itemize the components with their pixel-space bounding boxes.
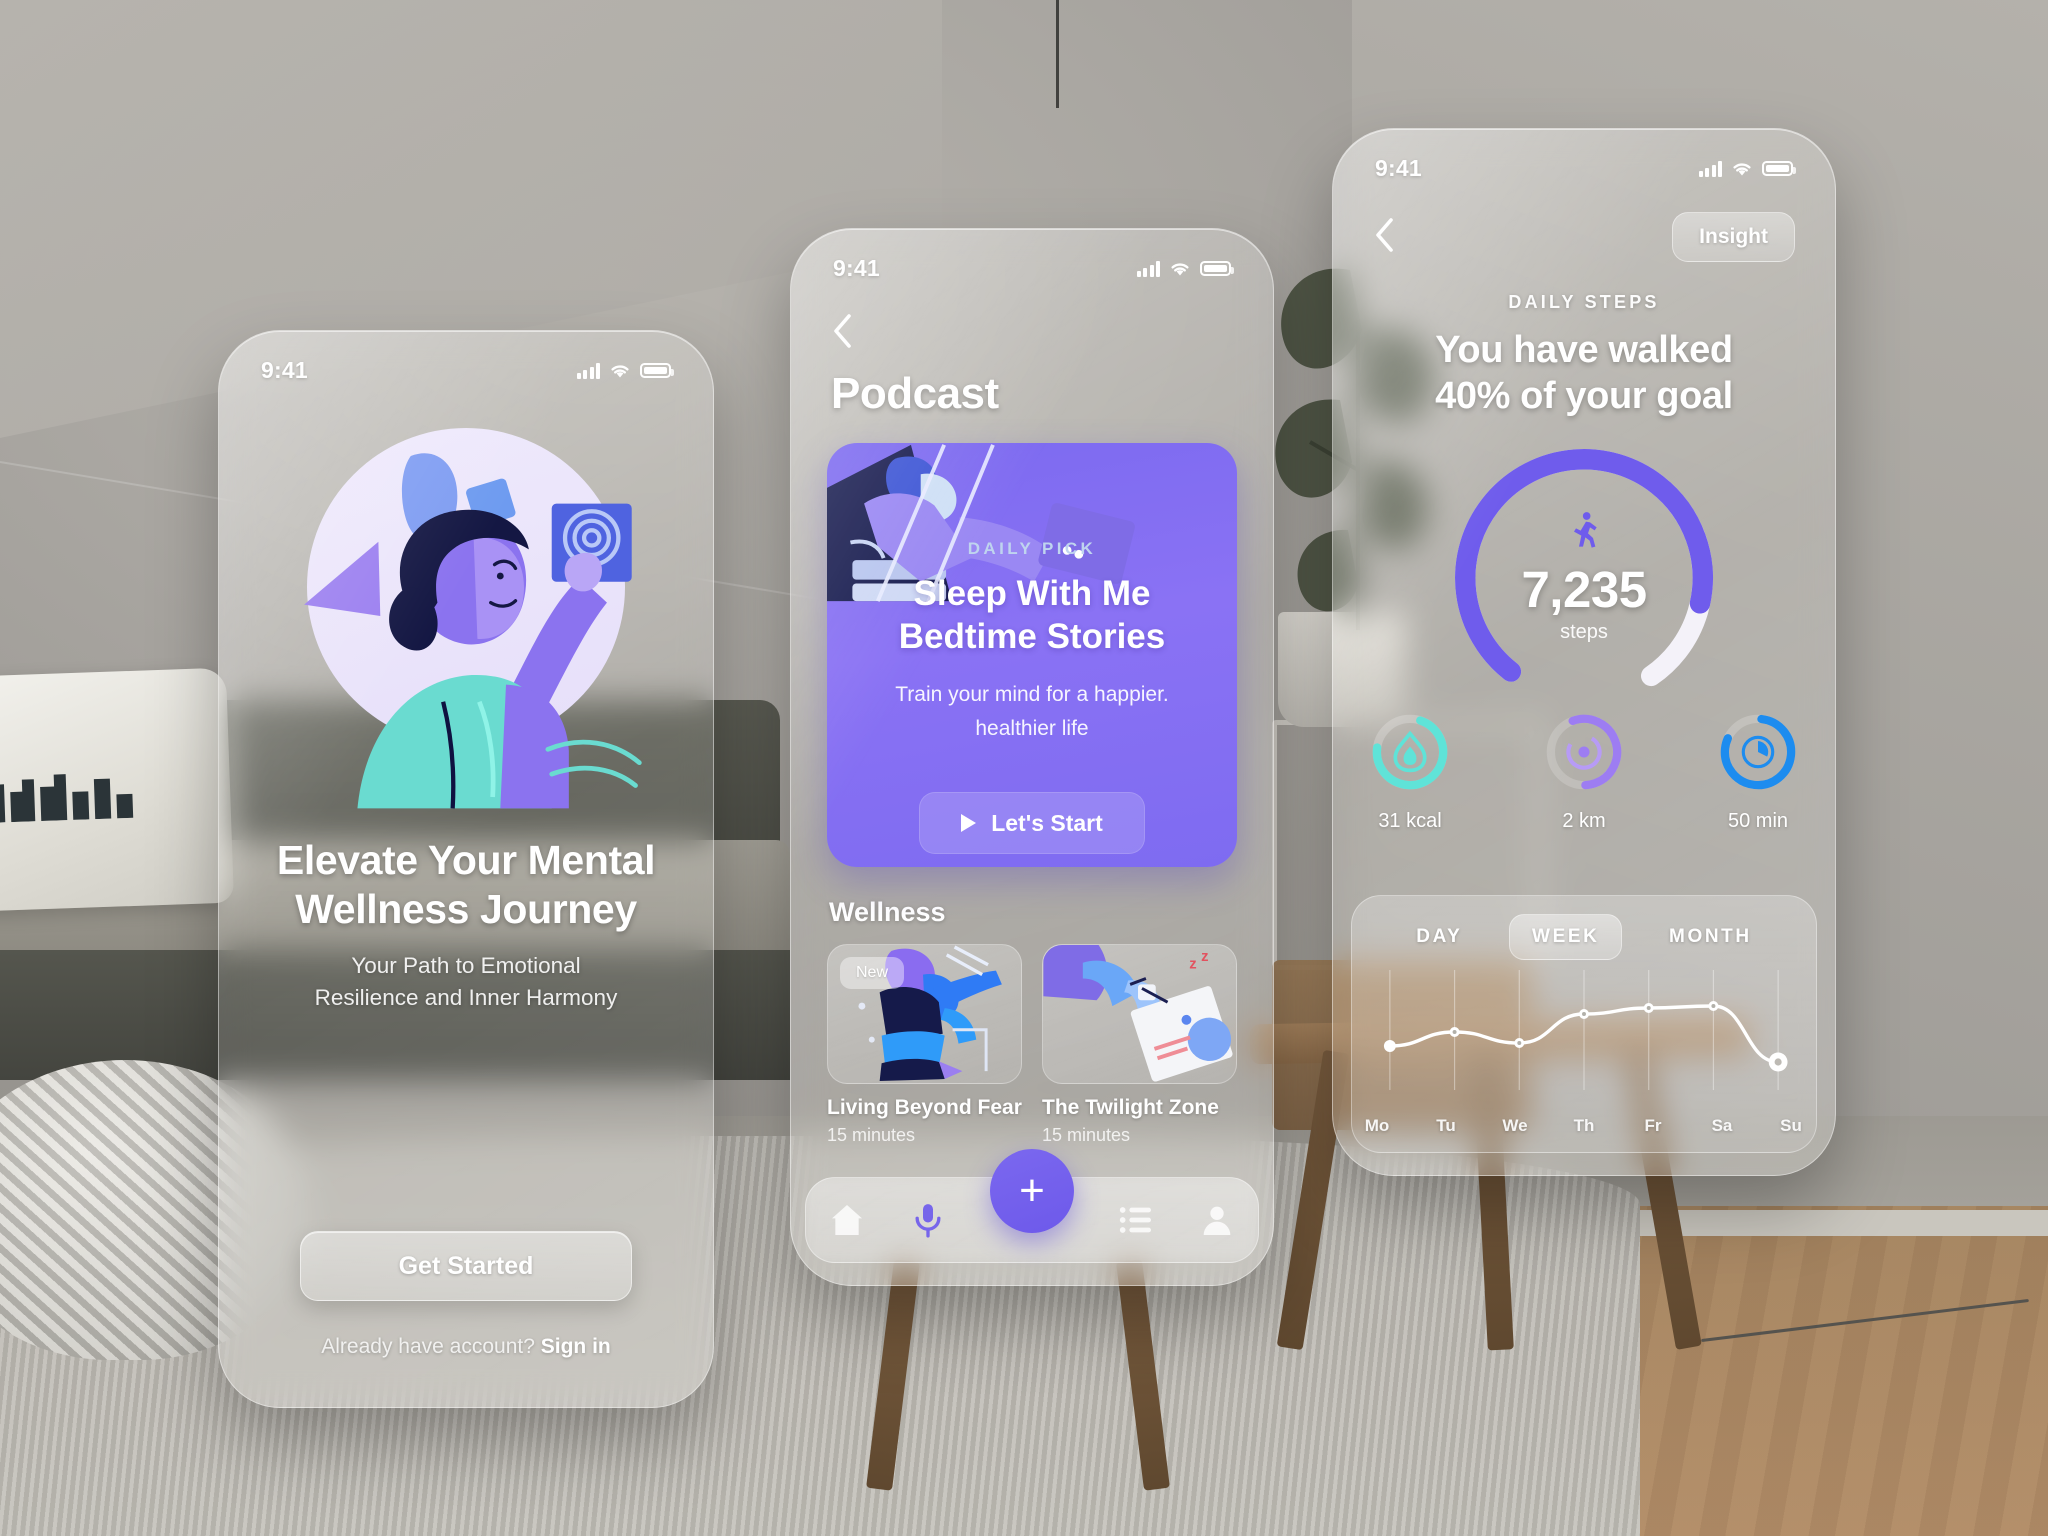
sign-in-link[interactable]: Sign in xyxy=(541,1335,611,1358)
list-item[interactable]: zz The Twilight Zone 15 minutes xyxy=(1042,944,1237,1146)
list-item[interactable]: New Living Beyond Fear 15 minutes xyxy=(827,944,1022,1146)
get-started-button[interactable]: Get Started xyxy=(300,1231,632,1301)
pendant-cord xyxy=(1056,0,1059,108)
back-button[interactable] xyxy=(1373,216,1395,259)
wifi-icon xyxy=(1171,263,1189,276)
wellness-list: New Living Beyond Fear 15 minutes z z Th… xyxy=(791,928,1273,1146)
wifi-icon xyxy=(1733,163,1751,176)
lets-start-label: Let's Start xyxy=(991,809,1103,836)
battery-icon xyxy=(1762,161,1796,176)
chevron-left-icon xyxy=(834,314,851,348)
page-eyebrow: DAILY STEPS xyxy=(1508,292,1660,312)
home-icon[interactable] xyxy=(827,1200,867,1240)
cellular-bars-icon xyxy=(1136,260,1160,277)
metric-time-value: 50 min xyxy=(1727,809,1789,832)
metric-calories[interactable]: 31 kcal xyxy=(1350,706,1470,833)
cellular-bars-icon xyxy=(1698,160,1722,177)
wellness-thumbnail: zz xyxy=(1042,944,1237,1084)
list-icon[interactable] xyxy=(1116,1200,1156,1240)
wellness-title: Living Beyond Fear xyxy=(827,1096,1022,1119)
steps-unit: steps xyxy=(1560,620,1608,643)
svg-text:z: z xyxy=(1201,949,1208,965)
status-time: 9:41 xyxy=(1375,155,1422,181)
section-title-wellness: Wellness xyxy=(829,897,946,927)
phone-daily-steps: 9:41 Insight DAILY STEPS You have walked… xyxy=(1332,128,1836,1176)
plus-icon: + xyxy=(1019,1165,1045,1215)
play-icon xyxy=(961,814,977,833)
range-selector: DAY WEEK MONTH xyxy=(1352,896,1816,960)
skyline-print-icon xyxy=(0,771,134,824)
woman-reaching-target-illustration xyxy=(304,453,642,809)
status-badge: New xyxy=(840,957,905,989)
lets-start-button[interactable]: Let's Start xyxy=(919,792,1145,855)
page-title: Podcast xyxy=(831,369,999,418)
chart-point-core xyxy=(1517,1041,1522,1045)
metric-time[interactable]: 50 min xyxy=(1698,706,1818,833)
activity-chart-panel: DAY WEEK MONTH Mo Tu We Th Fr Sa Su xyxy=(1351,895,1817,1153)
daily-pick-eyebrow: DAILY PICK xyxy=(967,539,1097,558)
insight-button[interactable]: Insight xyxy=(1672,212,1795,262)
sign-in-row: Already have account? Sign in xyxy=(219,1335,713,1359)
status-time: 9:41 xyxy=(261,357,308,383)
status-bar: 9:41 xyxy=(219,331,713,384)
chart-point-core xyxy=(1582,1012,1586,1016)
phone-podcast: 9:41 Podcast DAILY PICK Sleep With Me Be… xyxy=(790,228,1274,1286)
page-subtitle: Your Path to Emotional Resilience and In… xyxy=(314,953,618,1011)
daily-pick-title: Sleep With Me Bedtime Stories xyxy=(898,574,1166,656)
wellness-duration: 15 minutes xyxy=(1042,1125,1131,1145)
wellness-duration: 15 minutes xyxy=(827,1125,916,1145)
page-title: Elevate Your Mental Wellness Journey xyxy=(276,837,656,933)
hand-holding-paper-illustration: zz xyxy=(1043,945,1233,1082)
svg-text:z: z xyxy=(1189,957,1196,973)
phone-onboarding: 9:41 Elevate Your Mental Wellness Journe… xyxy=(218,330,714,1408)
steps-progress-ring: 7,235 steps xyxy=(1333,432,1835,707)
weekly-steps-chart[interactable] xyxy=(1376,964,1792,1132)
daily-pick-card[interactable]: DAILY PICK Sleep With Me Bedtime Stories… xyxy=(827,443,1237,867)
wellness-title: The Twilight Zone xyxy=(1042,1096,1219,1119)
tab-month[interactable]: MONTH xyxy=(1647,915,1774,959)
metric-distance[interactable]: 2 km xyxy=(1524,706,1644,833)
profile-icon[interactable] xyxy=(1197,1200,1237,1240)
chart-point-core xyxy=(1646,1006,1651,1010)
metric-distance-value: 2 km xyxy=(1562,809,1606,832)
steps-value: 7,235 xyxy=(1521,560,1647,618)
metrics-row: 31 kcal 2 km 50 min xyxy=(1333,706,1835,833)
status-bar: 9:41 xyxy=(1333,129,1835,182)
wifi-icon xyxy=(611,365,629,378)
tab-day[interactable]: DAY xyxy=(1394,915,1484,959)
back-button[interactable] xyxy=(791,282,1273,355)
sign-in-prompt: Already have account? xyxy=(321,1335,541,1358)
daily-pick-subtitle: Train your mind for a happier. healthier… xyxy=(895,683,1169,741)
status-time: 9:41 xyxy=(833,255,880,281)
chart-point[interactable] xyxy=(1383,1040,1396,1052)
microphone-icon[interactable] xyxy=(908,1200,948,1240)
page-title: You have walked 40% of your goal xyxy=(1435,329,1733,418)
chevron-left-icon xyxy=(1376,217,1393,252)
chart-point-core xyxy=(1711,1004,1716,1008)
wellness-thumbnail: New xyxy=(827,944,1022,1084)
battery-icon xyxy=(1200,261,1234,276)
walking-person-icon xyxy=(1574,511,1597,548)
chart-point-core xyxy=(1452,1030,1457,1034)
chart-point-core xyxy=(1774,1058,1782,1066)
metric-calories-value: 31 kcal xyxy=(1378,809,1442,832)
onboarding-illustration xyxy=(219,406,713,836)
battery-icon xyxy=(640,363,674,378)
tab-week[interactable]: WEEK xyxy=(1509,914,1623,960)
status-bar: 9:41 xyxy=(791,229,1273,282)
add-button[interactable]: + xyxy=(990,1149,1074,1233)
cellular-bars-icon xyxy=(576,362,600,379)
